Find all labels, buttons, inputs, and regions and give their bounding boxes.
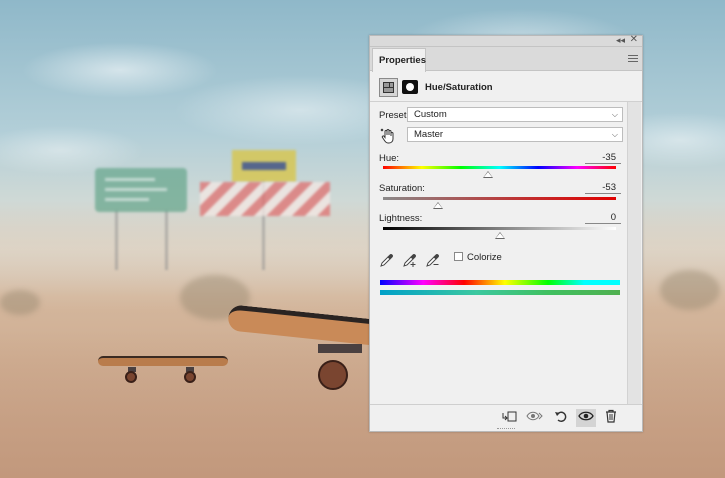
adjustment-header: Hue/Saturation (370, 72, 642, 102)
small-skateboard (98, 356, 228, 366)
green-road-sign (95, 168, 187, 212)
saturation-slider-thumb[interactable] (432, 202, 443, 209)
targeted-adjustment-hand-icon[interactable] (380, 128, 396, 147)
yellow-arrow-sign (232, 150, 296, 182)
colorize-label: Colorize (467, 252, 502, 263)
sign-post (165, 210, 168, 270)
panel-resize-grip[interactable] (497, 428, 515, 430)
channel-dropdown[interactable]: Master ⌵ (407, 127, 623, 142)
eyedropper-icon[interactable] (379, 252, 395, 268)
chevron-down-icon: ⌵ (611, 110, 618, 119)
preset-label: Preset: (379, 110, 410, 121)
adjustment-layer-icon[interactable] (379, 78, 398, 97)
adjustment-title: Hue/Saturation (425, 82, 493, 93)
sign-post (115, 210, 118, 270)
lightness-slider-track[interactable] (383, 227, 616, 230)
hue-slider-thumb[interactable] (483, 171, 494, 178)
desert-bush (660, 270, 720, 310)
saturation-value-field[interactable]: -53 (585, 182, 621, 194)
clip-to-layer-icon[interactable] (499, 409, 519, 427)
lightness-value-field[interactable]: 0 (585, 212, 621, 224)
panel-scrollbar[interactable] (627, 102, 641, 404)
tab-properties[interactable]: Properties (372, 48, 426, 72)
panel-menu-icon[interactable] (628, 55, 638, 63)
output-hue-bar (380, 290, 620, 295)
preset-value: Custom (414, 109, 447, 120)
hue-slider-track[interactable] (383, 166, 616, 169)
eyedropper-minus-icon[interactable] (425, 252, 441, 268)
collapse-panel-icon[interactable]: ◂◂ (616, 35, 625, 46)
skateboard-wheel (125, 371, 137, 383)
chevron-down-icon: ⌵ (611, 130, 618, 139)
eyedropper-plus-icon[interactable] (402, 252, 418, 268)
saturation-slider-track[interactable] (383, 197, 616, 200)
close-panel-icon[interactable]: ✕ (630, 34, 638, 45)
saturation-label: Saturation: (379, 183, 425, 194)
lightness-label: Lightness: (379, 213, 423, 224)
skateboard-wheel (184, 371, 196, 383)
skateboard-wheel (318, 360, 348, 390)
view-previous-state-icon[interactable] (525, 409, 545, 427)
chevron-barrier-sign (200, 182, 330, 216)
preset-dropdown[interactable]: Custom ⌵ (407, 107, 623, 122)
channel-value: Master (414, 129, 444, 140)
colorize-checkbox[interactable] (454, 252, 463, 261)
hue-value-field[interactable]: -35 (585, 152, 621, 164)
lightness-slider-thumb[interactable] (494, 232, 505, 239)
visibility-eye-icon[interactable] (576, 409, 596, 427)
trash-icon[interactable] (601, 409, 621, 427)
reset-icon[interactable] (551, 409, 571, 427)
desert-bush (0, 290, 40, 315)
panel-footer (370, 404, 642, 430)
panel-tab-bar: Properties (370, 47, 642, 72)
mask-icon[interactable] (402, 80, 418, 94)
hue-label: Hue: (379, 153, 400, 164)
panel-title-bar[interactable]: ◂◂ ✕ (370, 34, 642, 47)
properties-panel: ◂◂ ✕ Properties Hue/Saturation Preset: C… (369, 34, 643, 432)
input-hue-bar (380, 280, 620, 285)
